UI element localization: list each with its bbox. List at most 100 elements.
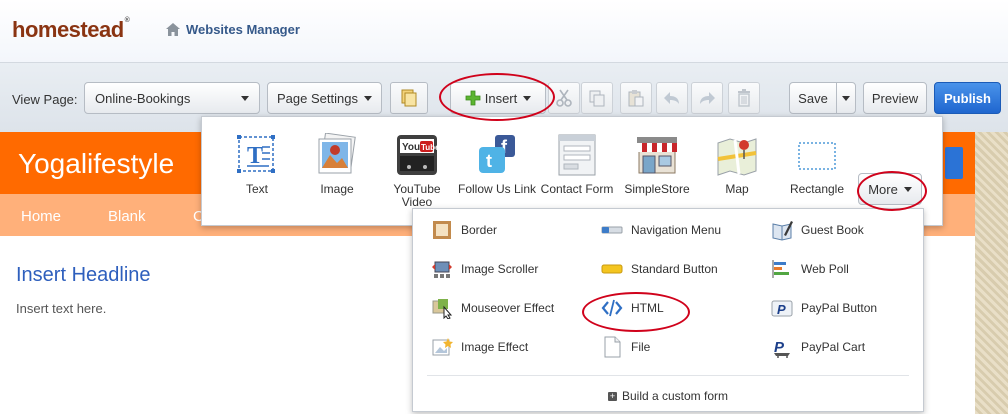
- publish-button[interactable]: Publish: [934, 82, 1001, 114]
- chevron-down-icon: [363, 95, 372, 101]
- app-header: homestead® Websites Manager: [0, 0, 1008, 62]
- svg-text:T: T: [247, 143, 263, 169]
- insert-headline[interactable]: Insert Headline: [16, 264, 151, 287]
- paypal-cart-icon: P: [774, 339, 790, 358]
- svg-text:t: t: [486, 151, 492, 171]
- more-item-label: Web Poll: [801, 262, 849, 276]
- site-title[interactable]: Yogalifestyle: [18, 148, 174, 180]
- more-item-guest-book[interactable]: Guest Book: [771, 219, 864, 241]
- more-item-paypal-button[interactable]: P PayPal Button: [771, 297, 877, 319]
- html-icon: [601, 299, 623, 317]
- more-item-label: Image Effect: [461, 340, 529, 354]
- paypal-button-icon: P: [771, 300, 793, 317]
- publish-label: Publish: [944, 90, 991, 106]
- page-background-pattern: [975, 132, 1008, 414]
- preview-button[interactable]: Preview: [863, 82, 927, 114]
- insert-simplestore-item[interactable]: SimpleStore: [617, 133, 697, 196]
- page-select[interactable]: Online-Bookings: [84, 82, 260, 114]
- insert-contact-form-item[interactable]: Contact Form: [537, 133, 617, 196]
- web-poll-icon: [772, 260, 789, 278]
- insert-item-label: Image: [320, 182, 354, 196]
- more-item-standard-button[interactable]: Standard Button: [601, 258, 718, 280]
- social-icon: ft: [479, 135, 515, 173]
- save-options-button[interactable]: [836, 82, 856, 114]
- more-item-paypal-cart[interactable]: P PayPal Cart: [771, 336, 865, 358]
- logo-text: homestead: [12, 17, 124, 42]
- paste-button[interactable]: [620, 82, 652, 114]
- more-item-html[interactable]: HTML: [601, 297, 664, 319]
- more-item-label: Image Scroller: [461, 262, 539, 276]
- file-icon: [604, 336, 621, 358]
- more-item-web-poll[interactable]: Web Poll: [771, 258, 849, 280]
- image-scroller-icon: [432, 261, 452, 278]
- more-button[interactable]: More: [858, 173, 922, 205]
- insert-item-label: Rectangle: [789, 182, 845, 196]
- insert-button[interactable]: Insert: [450, 82, 546, 114]
- delete-button[interactable]: [728, 82, 760, 114]
- plus-icon: +: [607, 391, 617, 402]
- insert-text-item[interactable]: T Text: [217, 133, 297, 196]
- youtube-icon: You Tube: [397, 135, 439, 175]
- cut-button[interactable]: [548, 82, 580, 114]
- websites-manager-label: Websites Manager: [186, 22, 300, 37]
- save-button[interactable]: Save: [789, 82, 837, 114]
- insert-map-item[interactable]: Map: [697, 133, 777, 196]
- site-nav-blank[interactable]: Blank: [108, 208, 146, 225]
- redo-button[interactable]: [691, 82, 723, 114]
- save-label: Save: [798, 90, 828, 106]
- insert-follow-us-item[interactable]: ft Follow Us Link: [457, 133, 537, 196]
- insert-item-label: Follow Us Link: [457, 182, 537, 196]
- pages-icon: [401, 89, 417, 107]
- page-settings-label: Page Settings: [277, 90, 358, 106]
- mouseover-effect-icon: [432, 299, 453, 319]
- more-item-file[interactable]: File: [601, 336, 650, 358]
- site-header-button[interactable]: [945, 147, 963, 179]
- rectangle-icon: [798, 142, 836, 170]
- image-effect-icon: [432, 338, 453, 356]
- insert-item-label: Text: [245, 182, 268, 196]
- more-item-image-scroller[interactable]: Image Scroller: [431, 258, 538, 280]
- undo-button[interactable]: [656, 82, 688, 114]
- site-pages-button[interactable]: [390, 82, 428, 114]
- more-label: More: [868, 181, 898, 197]
- page-settings-button[interactable]: Page Settings: [267, 82, 382, 114]
- store-icon: [637, 137, 677, 174]
- websites-manager-link[interactable]: Websites Manager: [166, 22, 300, 37]
- svg-text:P: P: [777, 302, 786, 317]
- more-item-label: Border: [461, 223, 498, 237]
- more-dropdown: Border Image Scroller Mouseover Effect I…: [412, 208, 924, 412]
- insert-label: Insert: [484, 90, 518, 106]
- guest-book-icon: [772, 221, 793, 241]
- standard-button-icon: [601, 264, 623, 274]
- navigation-menu-icon: [601, 226, 623, 234]
- build-custom-form-link[interactable]: + Build a custom form: [413, 389, 923, 403]
- more-item-navigation-menu[interactable]: Navigation Menu: [601, 219, 721, 241]
- insert-rectangle-item[interactable]: Rectangle: [777, 133, 857, 196]
- page-select-value: Online-Bookings: [95, 90, 191, 106]
- custom-form-label: Build a custom form: [621, 389, 729, 403]
- logo-mark: ®: [124, 17, 130, 24]
- more-item-label: HTML: [631, 301, 664, 315]
- preview-label: Preview: [871, 90, 919, 106]
- dropdown-divider: [427, 375, 909, 376]
- image-icon: [318, 133, 356, 174]
- paste-icon: [628, 90, 644, 107]
- copy-button[interactable]: [581, 82, 613, 114]
- more-item-border[interactable]: Border: [431, 219, 497, 241]
- insert-youtube-item[interactable]: You Tube YouTube Video: [377, 133, 457, 209]
- insert-image-item[interactable]: Image: [297, 133, 377, 196]
- more-item-label: Mouseover Effect: [461, 301, 555, 315]
- scissors-icon: [556, 89, 572, 107]
- svg-text:You: You: [402, 142, 420, 153]
- insert-text[interactable]: Insert text here.: [16, 301, 106, 316]
- more-item-mouseover-effect[interactable]: Mouseover Effect: [431, 297, 554, 319]
- insert-item-label: SimpleStore: [624, 182, 690, 196]
- text-icon: T: [237, 135, 275, 173]
- homestead-logo[interactable]: homestead®: [12, 17, 130, 43]
- insert-item-label: Contact Form: [540, 182, 614, 196]
- site-nav-home[interactable]: Home: [21, 208, 61, 225]
- trash-icon: [738, 89, 750, 107]
- more-item-image-effect[interactable]: Image Effect: [431, 336, 528, 358]
- more-item-label: File: [631, 340, 651, 354]
- more-item-label: PayPal Button: [801, 301, 878, 315]
